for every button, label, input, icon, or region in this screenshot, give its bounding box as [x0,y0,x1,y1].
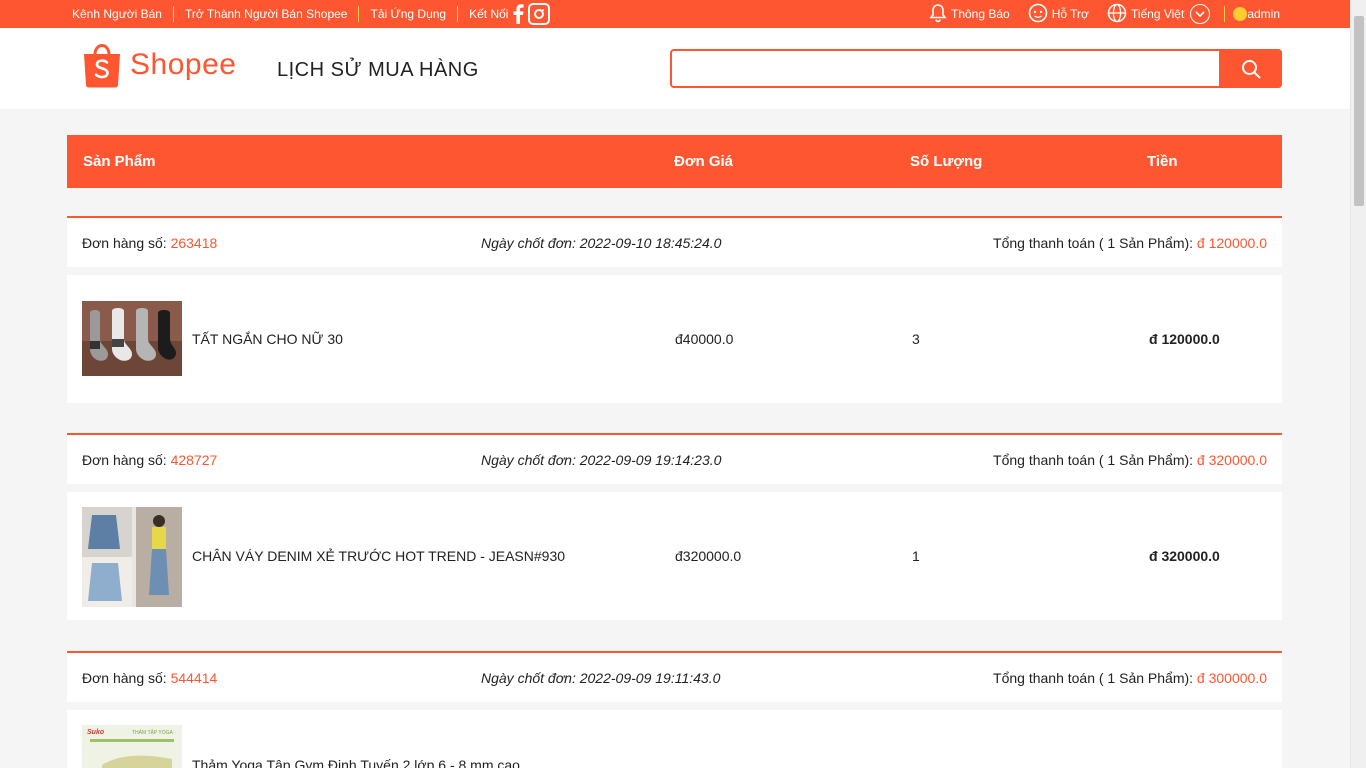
notifications-label: Thông Báo [951,7,1010,21]
quantity: 1 [912,548,920,564]
order-header: Đơn hàng số: 544414 Ngày chốt đơn: 2022-… [67,651,1282,702]
order-total-label: Tổng thanh toán ( 1 Sản Phẩm): [993,670,1197,686]
become-seller-link[interactable]: Trở Thành Người Bán Shopee [185,6,360,22]
order-item-row: TẤT NGẮN CHO NỮ 30 đ40000.0 3 đ 120000.0 [67,275,1282,403]
unit-price: đ320000.0 [675,548,742,564]
product-name[interactable]: CHÂN VÁY DENIM XẺ TRƯỚC HOT TREND - JEAS… [192,548,565,564]
column-header-quantity: Số Lượng [910,153,983,170]
table-header: Sản Phẩm Đơn Giá Số Lượng Tiền [67,135,1282,188]
order-number-label: Đơn hàng số: [82,670,171,686]
line-amount: đ 120000.0 [1149,331,1220,347]
top-nav-right: Thông Báo Hỗ Trợ Tiếng Việt admin [911,0,1280,28]
search-icon [1241,59,1260,78]
order-number-label: Đơn hàng số: [82,235,171,251]
order-id[interactable]: 263418 [171,235,218,251]
order-number-label: Đơn hàng số: [82,452,171,468]
search-button[interactable] [1219,49,1282,88]
order-total: Tổng thanh toán ( 1 Sản Phẩm): đ 320000.… [993,452,1267,468]
product-image-denim-skirt[interactable] [82,507,182,607]
support-icon [1028,3,1048,26]
product-name[interactable]: TẤT NGẮN CHO NỮ 30 [192,331,343,347]
globe-icon [1107,3,1127,26]
thumb-caption: THẢM TẬP YOGA [132,729,174,736]
product-image-yoga-mat[interactable]: Suko THẢM TẬP YOGA [82,725,182,768]
chevron-down-icon [1190,4,1211,24]
bell-icon [929,3,947,26]
order-header: Đơn hàng số: 428727 Ngày chốt đơn: 2022-… [67,433,1282,484]
support-label: Hỗ Trợ [1051,7,1089,21]
column-header-product: Sản Phẩm [83,153,156,170]
column-header-unit-price: Đơn Giá [674,153,734,170]
order-total-label: Tổng thanh toán ( 1 Sản Phẩm): [993,235,1197,251]
username-label: admin [1247,7,1280,21]
order-item-row: Suko THẢM TẬP YOGA Thảm Yoga Tập Gym Địn… [67,710,1282,768]
order-total-value: đ 320000.0 [1196,452,1267,468]
page-title: LỊCH SỬ MUA HÀNG [277,59,479,81]
facebook-icon[interactable] [512,4,525,24]
instagram-icon[interactable] [528,3,551,25]
page-scrollbar[interactable] [1350,0,1366,768]
download-app-link[interactable]: Tải Ứng Dụng [370,6,459,22]
order-item-row: CHÂN VÁY DENIM XẺ TRƯỚC HOT TREND - JEAS… [67,492,1282,620]
order-total-value: đ 300000.0 [1196,670,1267,686]
quantity: 3 [912,331,920,347]
order-id[interactable]: 544414 [171,670,218,686]
logo-text: Shopee [130,48,237,81]
scrollbar-thumb[interactable] [1354,16,1364,206]
product-image-socks[interactable] [82,301,182,376]
order-id[interactable]: 428727 [171,452,218,468]
search-input[interactable] [680,57,1210,81]
order-total: Tổng thanh toán ( 1 Sản Phẩm): đ 300000.… [993,670,1267,686]
order-card: Đơn hàng số: 263418 Ngày chốt đơn: 2022-… [67,216,1282,403]
order-number: Đơn hàng số: 263418 [82,235,217,251]
notifications-link[interactable]: Thông Báo [929,3,1010,26]
order-number: Đơn hàng số: 428727 [82,452,217,468]
order-total-value: đ 120000.0 [1196,235,1267,251]
order-header: Đơn hàng số: 263418 Ngày chốt đơn: 2022-… [67,216,1282,267]
column-header-amount: Tiền [1147,153,1178,170]
order-total: Tổng thanh toán ( 1 Sản Phẩm): đ 120000.… [993,235,1267,251]
order-card: Đơn hàng số: 544414 Ngày chốt đơn: 2022-… [67,651,1282,768]
product-name[interactable]: Thảm Yoga Tập Gym Định Tuyến 2 lớp 6 - 8… [192,757,520,768]
top-navbar: Kênh Người Bán Trở Thành Người Bán Shope… [0,0,1350,28]
connect-label: Kết Nối [469,7,509,21]
support-link[interactable]: Hỗ Trợ [1028,3,1089,26]
seller-channel-link[interactable]: Kênh Người Bán [72,6,174,22]
top-nav-left: Kênh Người Bán Trở Thành Người Bán Shope… [72,0,551,28]
order-total-label: Tổng thanh toán ( 1 Sản Phẩm): [993,452,1197,468]
order-date: Ngày chốt đơn: 2022-09-09 19:11:43.0 [481,670,721,686]
shopee-logo[interactable]: Shopee [82,42,236,88]
svg-text:Suko: Suko [87,729,105,736]
avatar [1233,7,1248,21]
order-number: Đơn hàng số: 544414 [82,670,217,686]
user-menu[interactable]: admin [1225,7,1280,21]
order-date: Ngày chốt đơn: 2022-09-10 18:45:24.0 [481,235,722,251]
order-card: Đơn hàng số: 428727 Ngày chốt đơn: 2022-… [67,433,1282,620]
language-label: Tiếng Việt [1130,7,1185,21]
search-bar [670,49,1282,88]
shopee-bag-icon [84,43,120,88]
language-selector[interactable]: Tiếng Việt [1107,3,1211,26]
header: Shopee LỊCH SỬ MUA HÀNG [0,28,1350,109]
line-amount: đ 320000.0 [1149,548,1220,564]
unit-price: đ40000.0 [675,331,734,347]
order-date: Ngày chốt đơn: 2022-09-09 19:14:23.0 [481,452,722,468]
